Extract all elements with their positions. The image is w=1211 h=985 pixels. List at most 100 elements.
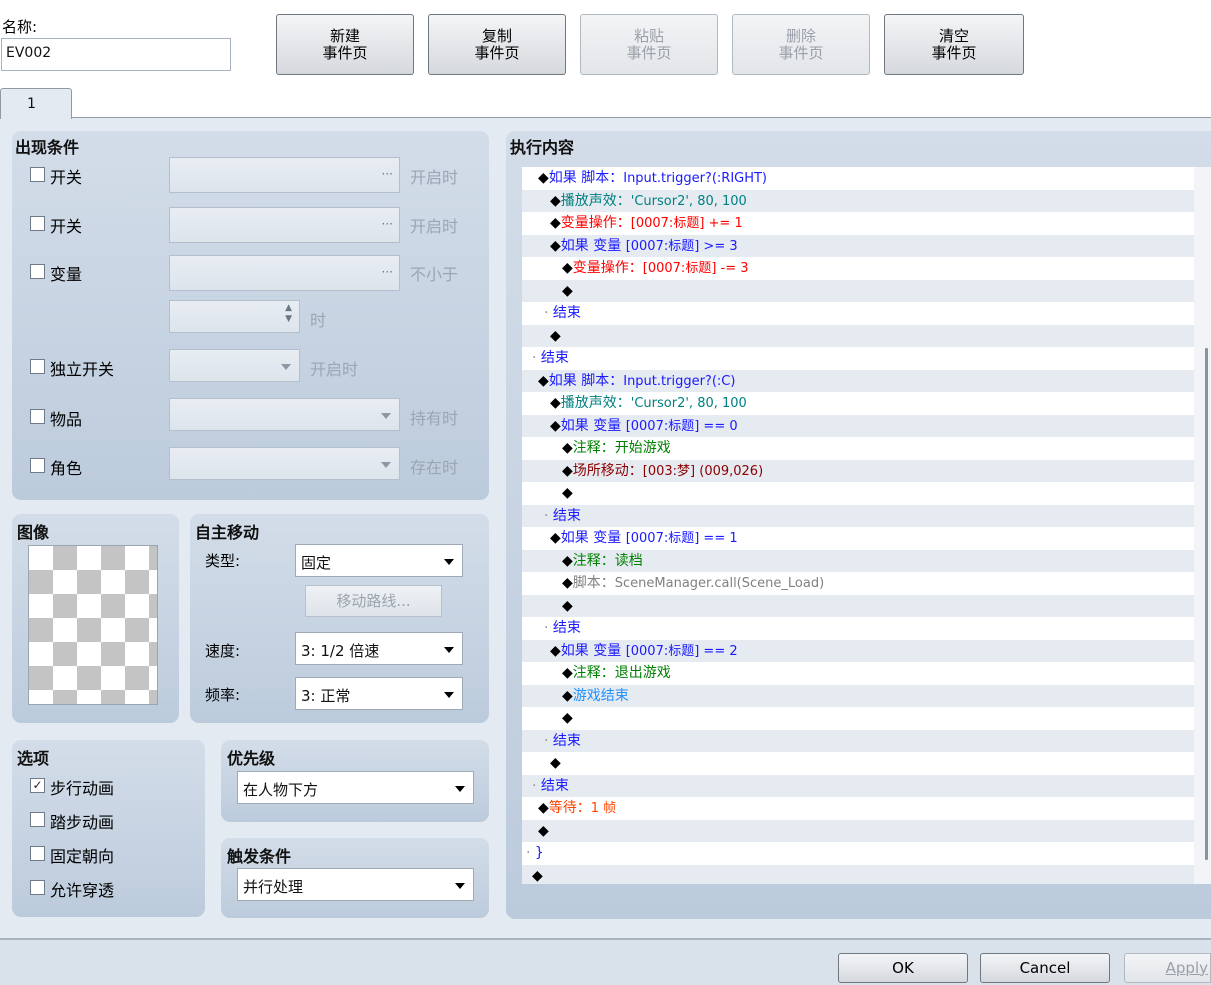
- paste-page-button[interactable]: 粘贴 事件页: [580, 14, 718, 75]
- new-page-button[interactable]: 新建 事件页: [276, 14, 414, 75]
- copy-page-button[interactable]: 复制 事件页: [428, 14, 566, 75]
- command-line[interactable]: ◆如果 变量 [0007:标题] >= 3: [522, 234, 1194, 257]
- delete-page-line2: 事件页: [778, 43, 824, 62]
- image-title: 图像: [17, 523, 50, 542]
- command-bullet: ◆: [562, 440, 573, 456]
- command-line[interactable]: ◆注释：读档: [522, 549, 1194, 572]
- command-line[interactable]: ◆变量操作：[0007:标题] -= 3: [522, 257, 1194, 280]
- switch1-field[interactable]: ···: [169, 157, 400, 193]
- variable-field[interactable]: ···: [169, 255, 400, 291]
- paste-page-line1: 粘贴: [633, 26, 664, 45]
- command-line[interactable]: ◆: [522, 752, 1194, 775]
- name-input[interactable]: EV002: [1, 38, 231, 71]
- command-text: Input.trigger?(:RIGHT): [623, 171, 768, 186]
- command-text: 游戏结束: [572, 687, 629, 704]
- command-bullet: ◆: [550, 327, 561, 344]
- trigger-value: 并行处理: [243, 878, 304, 896]
- switch2-label: 开关: [50, 217, 83, 236]
- command-line[interactable]: ◆如果 变量 [0007:标题] == 2: [522, 639, 1194, 662]
- chevron-down-icon: [281, 363, 291, 370]
- switch2-suffix: 开启时: [410, 217, 459, 236]
- command-bullet: ◆: [538, 822, 549, 839]
- chevron-down-icon: [444, 558, 454, 565]
- command-line[interactable]: · 结束: [522, 504, 1194, 527]
- cancel-button[interactable]: Cancel: [980, 953, 1110, 983]
- command-line[interactable]: ◆: [522, 324, 1194, 347]
- type-label: 类型:: [205, 552, 241, 570]
- variable-checkbox[interactable]: [30, 264, 45, 279]
- type-select[interactable]: 固定: [295, 544, 463, 577]
- tab-baseline: [0, 117, 1211, 118]
- chevron-down-icon: [455, 785, 465, 792]
- direction-fix-checkbox[interactable]: [30, 846, 45, 861]
- tab-page-1[interactable]: 1: [0, 88, 72, 119]
- delete-page-button[interactable]: 删除 事件页: [732, 14, 870, 75]
- command-line[interactable]: ◆如果 脚本：Input.trigger?(:C): [522, 369, 1194, 392]
- item-checkbox[interactable]: [30, 409, 45, 424]
- spinner-arrows-icon: ▲ ▼: [285, 303, 292, 324]
- command-line[interactable]: ◆变量操作：[0007:标题] += 1: [522, 212, 1194, 235]
- self-switch-checkbox[interactable]: [30, 359, 45, 374]
- command-line[interactable]: · 结束: [522, 617, 1194, 640]
- ok-button[interactable]: OK: [838, 953, 968, 983]
- trigger-select[interactable]: 并行处理: [237, 868, 474, 901]
- event-image-preview[interactable]: [28, 545, 158, 705]
- command-line[interactable]: ◆如果 变量 [0007:标题] == 1: [522, 527, 1194, 550]
- switch1-checkbox[interactable]: [30, 167, 45, 182]
- move-route-button[interactable]: 移动路线...: [305, 585, 442, 617]
- through-checkbox[interactable]: [30, 880, 45, 895]
- stepping-anim-checkbox[interactable]: [30, 812, 45, 827]
- command-bullet: ◆: [532, 867, 543, 884]
- command-line[interactable]: ◆播放声效：'Cursor2', 80, 100: [522, 392, 1194, 415]
- command-text: 场所移动：: [572, 462, 643, 479]
- command-list-scrollbar[interactable]: [1194, 167, 1211, 884]
- command-line[interactable]: ◆: [522, 279, 1194, 302]
- variable-value-spinner[interactable]: ▲ ▼: [169, 300, 300, 333]
- item-select[interactable]: [169, 398, 400, 431]
- command-line[interactable]: ◆场所移动：[003:梦] (009,026): [522, 459, 1194, 482]
- command-line[interactable]: ◆如果 脚本：Input.trigger?(:RIGHT): [522, 167, 1194, 190]
- command-line[interactable]: ◆等待：1 帧: [522, 797, 1194, 820]
- speed-value: 3: 1/2 倍速: [301, 642, 380, 660]
- switch2-field[interactable]: ···: [169, 207, 400, 243]
- apply-button[interactable]: Apply: [1124, 953, 1211, 983]
- command-line[interactable]: ◆如果 变量 [0007:标题] == 0: [522, 414, 1194, 437]
- command-line[interactable]: ◆: [522, 594, 1194, 617]
- variable-value-suffix: 时: [310, 311, 327, 330]
- clear-page-button[interactable]: 清空 事件页: [884, 14, 1024, 75]
- command-line[interactable]: · 结束: [522, 774, 1194, 797]
- command-bullet: ◆: [550, 215, 561, 231]
- priority-select[interactable]: 在人物下方: [237, 771, 474, 804]
- autonomous-title: 自主移动: [195, 523, 260, 542]
- command-line[interactable]: · 结束: [522, 729, 1194, 752]
- command-line[interactable]: ◆: [522, 819, 1194, 842]
- command-line[interactable]: ◆游戏结束: [522, 684, 1194, 707]
- actor-checkbox[interactable]: [30, 458, 45, 473]
- scrollbar-thumb[interactable]: [1205, 348, 1208, 860]
- copy-page-line2: 事件页: [474, 43, 520, 62]
- self-switch-select[interactable]: [169, 349, 300, 382]
- command-text: [0007:标题] >= 3: [625, 238, 738, 254]
- walking-anim-checkbox[interactable]: ✓: [30, 778, 45, 793]
- command-line[interactable]: ◆: [522, 707, 1194, 730]
- command-line[interactable]: · 结束: [522, 347, 1194, 370]
- command-line[interactable]: ◆播放声效：'Cursor2', 80, 100: [522, 189, 1194, 212]
- event-command-list[interactable]: ◆如果 脚本：Input.trigger?(:RIGHT) ◆播放声效：'Curs…: [522, 167, 1194, 884]
- speed-select[interactable]: 3: 1/2 倍速: [295, 632, 463, 665]
- command-line[interactable]: ◆注释：开始游戏: [522, 437, 1194, 460]
- command-bullet: ·: [544, 507, 553, 524]
- command-line[interactable]: ◆注释：退出游戏: [522, 662, 1194, 685]
- switch1-label: 开关: [50, 168, 83, 187]
- frequency-select[interactable]: 3: 正常: [295, 677, 463, 710]
- command-line[interactable]: ◆脚本：SceneManager.call(Scene_Load): [522, 572, 1194, 595]
- command-line[interactable]: · }: [522, 842, 1194, 865]
- command-text: 注释：开始游戏: [572, 440, 671, 456]
- command-line[interactable]: ◆: [522, 864, 1194, 884]
- frequency-label: 频率:: [205, 686, 241, 704]
- paste-page-line2: 事件页: [626, 43, 672, 62]
- command-line[interactable]: ◆: [522, 482, 1194, 505]
- command-line[interactable]: · 结束: [522, 302, 1194, 325]
- actor-select[interactable]: [169, 447, 400, 480]
- switch2-checkbox[interactable]: [30, 216, 45, 231]
- command-text: [003:梦] (009,026): [642, 463, 764, 479]
